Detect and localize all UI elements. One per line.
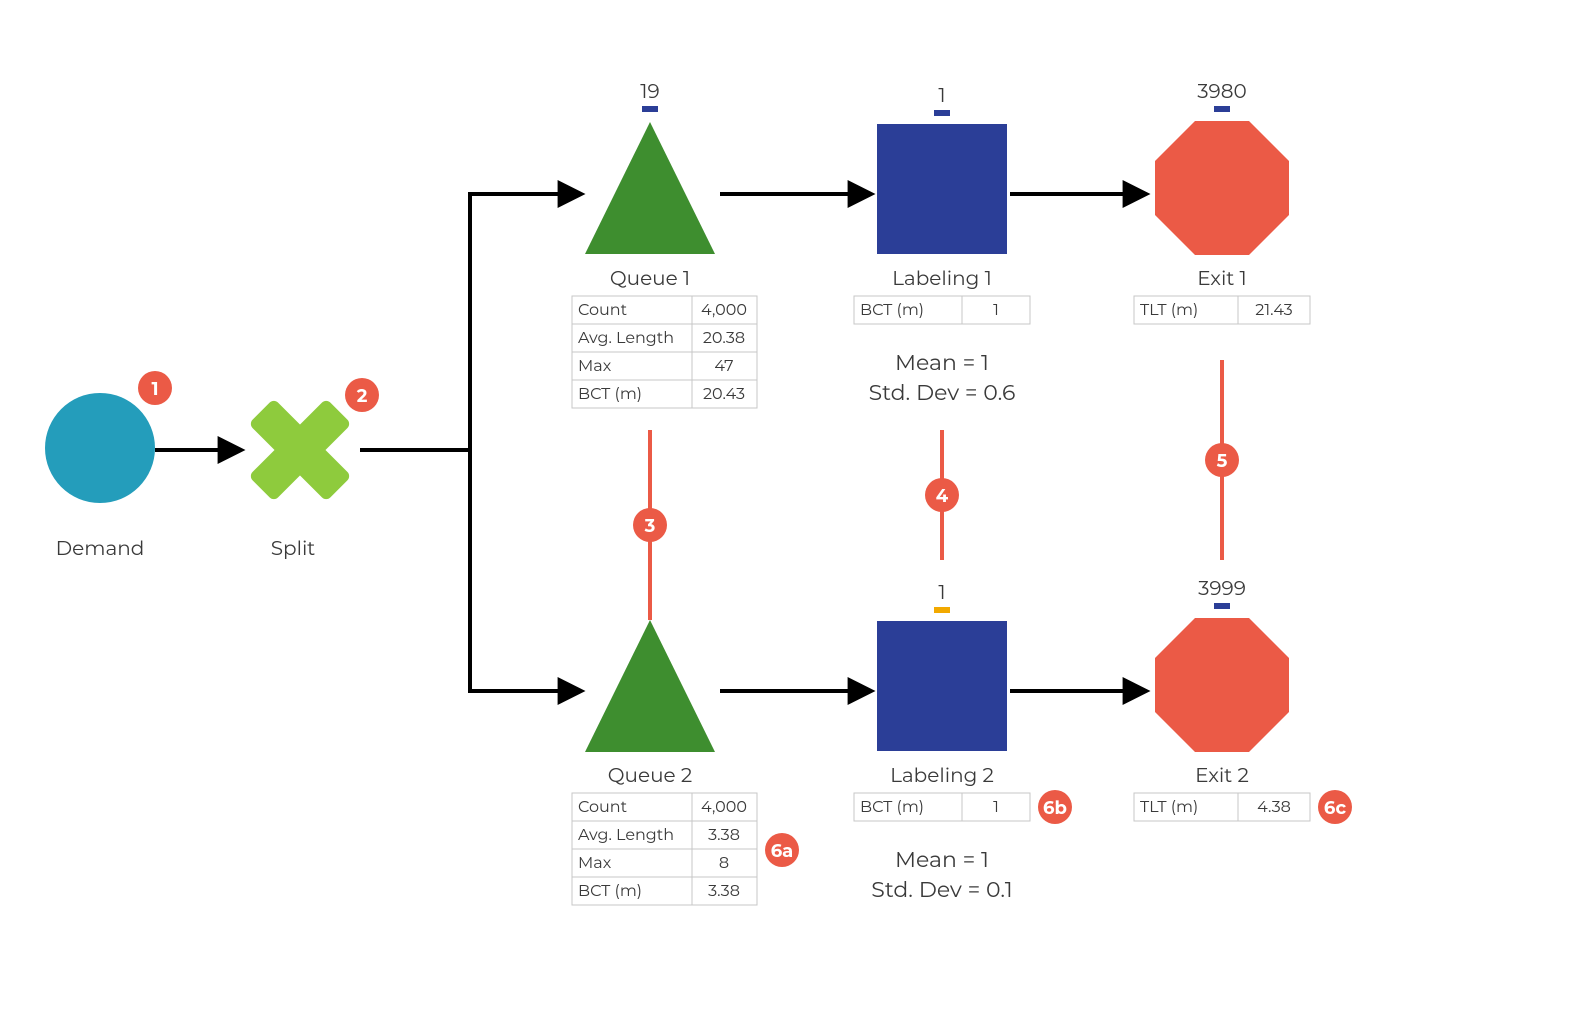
- labeling1-mean: Mean = 1: [895, 349, 989, 376]
- queue1-label: Queue 1: [610, 267, 690, 291]
- exit2-label: Exit 2: [1195, 764, 1249, 788]
- demand-label: Demand: [56, 537, 145, 561]
- queue1-table: Count 4,000 Avg. Length 20.38 Max 47 BCT…: [572, 296, 757, 408]
- svg-text:BCT (m): BCT (m): [578, 385, 642, 404]
- labeling2-label: Labeling 2: [890, 764, 994, 788]
- exit1-node: 3980 Exit 1 TLT (m) 21.43: [1134, 80, 1310, 324]
- svg-text:2: 2: [357, 385, 368, 407]
- svg-text:6c: 6c: [1324, 797, 1347, 819]
- labeling1-counter: 1: [938, 84, 945, 108]
- exit2-tick: [1214, 603, 1230, 609]
- badge-3: 3: [633, 508, 667, 542]
- svg-text:8: 8: [719, 854, 729, 873]
- labeling2-tick: [934, 607, 950, 613]
- queue2-table: Count 4,000 Avg. Length 3.38 Max 8 BCT (…: [572, 793, 757, 905]
- svg-text:6a: 6a: [771, 840, 794, 862]
- svg-text:BCT (m): BCT (m): [860, 798, 924, 817]
- exit1-tick: [1214, 106, 1230, 112]
- badge-4: 4: [925, 478, 959, 512]
- split-node: Split 2: [222, 372, 379, 561]
- labeling2-stddev: Std. Dev = 0.1: [871, 876, 1012, 903]
- svg-text:1: 1: [993, 301, 999, 320]
- badge-5: 5: [1205, 443, 1239, 477]
- svg-text:Avg. Length: Avg. Length: [578, 329, 674, 348]
- labeling2-mean: Mean = 1: [895, 846, 989, 873]
- svg-text:3.38: 3.38: [708, 826, 740, 845]
- labeling1-label: Labeling 1: [892, 267, 992, 291]
- exit2-table: TLT (m) 4.38: [1134, 793, 1310, 821]
- labeling2-table: BCT (m) 1: [854, 793, 1030, 821]
- demand-node: Demand 1: [45, 371, 172, 561]
- labeling2-counter: 1: [938, 581, 945, 605]
- svg-text:TLT (m): TLT (m): [1140, 301, 1198, 320]
- svg-text:Count: Count: [578, 301, 628, 320]
- svg-text:Max: Max: [578, 854, 612, 873]
- exit2-node: 3999 Exit 2 TLT (m) 4.38 6c: [1134, 577, 1352, 824]
- exit2-counter: 3999: [1198, 577, 1246, 601]
- svg-text:4,000: 4,000: [701, 301, 747, 320]
- labeling1-table: BCT (m) 1: [854, 296, 1030, 324]
- queue2-node: Queue 2 Count 4,000 Avg. Length 3.38 Max…: [572, 620, 799, 905]
- labeling1-stddev: Std. Dev = 0.6: [869, 379, 1016, 406]
- svg-text:Avg. Length: Avg. Length: [578, 826, 674, 845]
- svg-text:Count: Count: [578, 798, 628, 817]
- labeling1-tick: [934, 110, 950, 116]
- svg-text:TLT (m): TLT (m): [1140, 798, 1198, 817]
- labeling2-node: 1 Labeling 2 BCT (m) 1 6b Mean = 1 Std. …: [854, 581, 1072, 903]
- svg-text:1: 1: [993, 798, 999, 817]
- svg-text:3: 3: [644, 515, 656, 537]
- exit1-label: Exit 1: [1197, 267, 1247, 291]
- svg-text:6b: 6b: [1043, 797, 1067, 819]
- svg-text:3.38: 3.38: [708, 882, 740, 901]
- svg-text:5: 5: [1217, 450, 1228, 472]
- svg-text:BCT (m): BCT (m): [860, 301, 924, 320]
- exit1-table: TLT (m) 21.43: [1134, 296, 1310, 324]
- svg-text:20.38: 20.38: [703, 329, 745, 348]
- svg-text:Max: Max: [578, 357, 612, 376]
- svg-text:4,000: 4,000: [701, 798, 747, 817]
- svg-text:20.43: 20.43: [703, 385, 745, 404]
- arrow-split-queue1: [360, 194, 580, 450]
- svg-text:4: 4: [936, 485, 949, 507]
- split-label: Split: [271, 537, 316, 561]
- svg-text:47: 47: [714, 357, 733, 376]
- labeling1-node: 1 Labeling 1 BCT (m) 1 Mean = 1 Std. Dev…: [854, 84, 1030, 406]
- svg-text:21.43: 21.43: [1255, 301, 1292, 320]
- exit1-counter: 3980: [1197, 80, 1246, 104]
- queue1-counter: 19: [640, 80, 659, 104]
- arrow-split-queue2: [360, 450, 580, 691]
- queue2-label: Queue 2: [608, 764, 692, 788]
- queue1-node: 19 Queue 1 Count 4,000 Avg. Length 20.38…: [572, 80, 757, 408]
- queue1-tick: [642, 106, 658, 112]
- svg-text:1: 1: [151, 378, 158, 400]
- svg-text:4.38: 4.38: [1257, 798, 1291, 817]
- svg-text:BCT (m): BCT (m): [578, 882, 642, 901]
